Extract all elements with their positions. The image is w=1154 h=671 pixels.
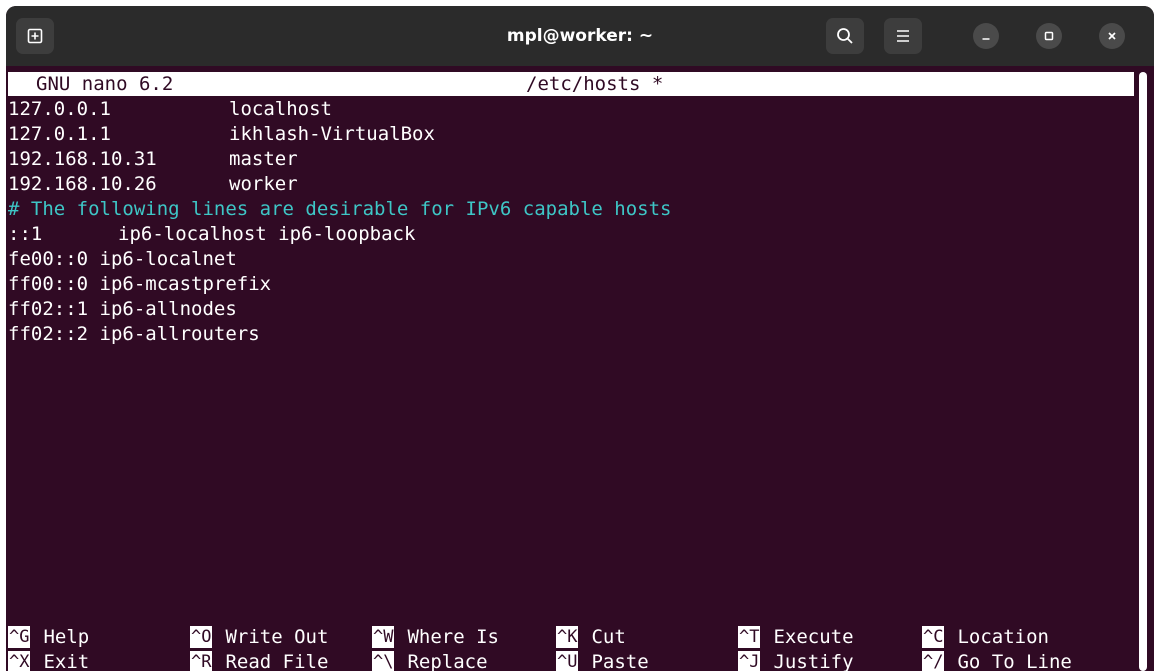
shortcut-help[interactable]: ^G Help — [8, 625, 89, 649]
shortcut-key: ^G — [8, 626, 31, 648]
close-icon — [1108, 32, 1116, 40]
header-bar: mpl@worker: ~ — [6, 6, 1154, 66]
hosts-line: ::1 ip6-localhost ip6-loopback — [8, 222, 1134, 247]
hostname: localhost — [229, 98, 332, 120]
hosts-line: ff02::1 ip6-allnodes — [8, 298, 237, 320]
shortcut-label: Where Is — [407, 625, 499, 648]
hosts-line: 127.0.1.1 ikhlash-VirtualBox — [8, 122, 1134, 147]
shortcut-label: Help — [43, 625, 90, 648]
shortcut-label: Replace — [407, 650, 488, 671]
comment-line: # The following lines are desirable for … — [8, 198, 672, 220]
ip-address: 192.168.10.31 — [8, 148, 157, 170]
shortcut-read-file[interactable]: ^R Read File — [190, 650, 328, 671]
hosts-line: ff00::0 ip6-mcastprefix — [8, 273, 272, 295]
editor-buffer[interactable]: 127.0.0.1 localhost 127.0.1.1 ikhlash-Virt… — [8, 97, 1134, 347]
ip-address: ::1 — [8, 223, 43, 245]
shortcut-where-is[interactable]: ^W Where Is — [372, 625, 499, 649]
shortcut-cut[interactable]: ^K Cut — [556, 625, 626, 649]
terminal-scrollbar[interactable] — [1139, 72, 1147, 671]
shortcut-justify[interactable]: ^J Justify — [738, 650, 854, 671]
shortcut-key: ^\ — [372, 651, 395, 671]
shortcut-paste[interactable]: ^U Paste — [556, 650, 649, 671]
shortcut-label: Cut — [591, 625, 626, 648]
shortcut-execute[interactable]: ^T Execute — [738, 625, 854, 649]
hosts-line: fe00::0 ip6-localnet — [8, 248, 237, 270]
nano-status-bar: GNU nano 6.2 /etc/hosts * — [8, 72, 1134, 96]
shortcut-label: Go To Line — [957, 650, 1072, 671]
maximize-icon — [1044, 31, 1054, 41]
shortcut-label: Exit — [43, 650, 90, 671]
shortcut-location[interactable]: ^C Location — [922, 625, 1049, 649]
hostname: ikhlash-VirtualBox — [229, 123, 435, 145]
hostname: worker — [229, 173, 298, 195]
shortcut-label: Justify — [773, 650, 854, 671]
hosts-line: 192.168.10.31 master — [8, 147, 1134, 172]
shortcut-label: Read File — [225, 650, 329, 671]
hosts-line: 192.168.10.26 worker — [8, 172, 1134, 197]
shortcut-label: Write Out — [225, 625, 329, 648]
ip-address: 192.168.10.26 — [8, 173, 157, 195]
terminal-area[interactable]: GNU nano 6.2 /etc/hosts * 127.0.0.1 local… — [8, 72, 1136, 671]
shortcut-exit[interactable]: ^X Exit — [8, 650, 89, 671]
hosts-line: 127.0.0.1 localhost — [8, 97, 1134, 122]
shortcut-replace[interactable]: ^\ Replace — [372, 650, 488, 671]
terminal-window: mpl@worker: ~ GNU nano 6.2 /etc/hosts * … — [6, 6, 1154, 671]
shortcut-key: ^O — [190, 626, 213, 648]
menu-button[interactable] — [884, 18, 922, 54]
hamburger-menu-icon — [897, 30, 909, 42]
hostname: ip6-localhost ip6-loopback — [118, 223, 416, 245]
maximize-button[interactable] — [1036, 23, 1062, 49]
ip-address: 127.0.0.1 — [8, 98, 111, 120]
shortcut-key: ^C — [922, 626, 945, 648]
nano-version: GNU nano 6.2 — [36, 73, 174, 95]
nano-shortcut-bar: ^G Help ^X Exit ^O Write Out ^R Read File ^W… — [8, 625, 1134, 671]
close-button[interactable] — [1099, 23, 1125, 49]
shortcut-label: Paste — [591, 650, 649, 671]
minimize-button[interactable] — [973, 23, 999, 49]
file-name: /etc/hosts * — [526, 73, 664, 95]
shortcut-key: ^J — [738, 651, 761, 671]
shortcut-go-to-line[interactable]: ^/ Go To Line — [922, 650, 1072, 671]
search-icon — [837, 28, 853, 44]
shortcut-key: ^/ — [922, 651, 945, 671]
shortcut-key: ^W — [372, 626, 395, 648]
ip-address: 127.0.1.1 — [8, 123, 111, 145]
search-button[interactable] — [826, 18, 864, 54]
minimize-icon — [982, 38, 990, 40]
shortcut-key: ^U — [556, 651, 579, 671]
hosts-line: ff02::2 ip6-allrouters — [8, 323, 260, 345]
shortcut-key: ^K — [556, 626, 579, 648]
shortcut-label: Execute — [773, 625, 854, 648]
shortcut-key: ^X — [8, 651, 31, 671]
shortcut-key: ^T — [738, 626, 761, 648]
shortcut-label: Location — [957, 625, 1049, 648]
shortcut-key: ^R — [190, 651, 213, 671]
hostname: master — [229, 148, 298, 170]
shortcut-write-out[interactable]: ^O Write Out — [190, 625, 328, 649]
